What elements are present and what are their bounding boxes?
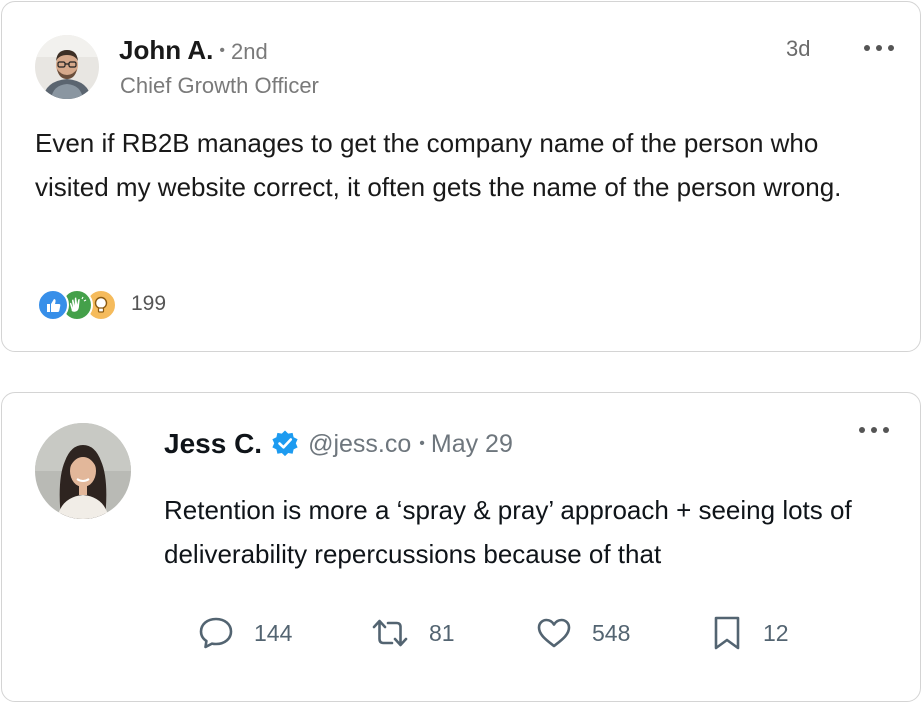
reactions-summary[interactable] <box>37 289 117 321</box>
retweet-count: 81 <box>429 619 455 646</box>
author-avatar[interactable] <box>35 423 131 519</box>
reply-button[interactable]: 144 <box>198 613 292 653</box>
author-title: Chief Growth Officer <box>120 73 319 98</box>
reply-icon <box>199 617 233 649</box>
tweet-card: Jess C. @jess.co • May 29 Retention is m… <box>1 392 921 702</box>
tweet-text: Retention is more a ‘spray & pray’ appro… <box>164 495 852 569</box>
bookmark-button[interactable]: 12 <box>711 613 789 653</box>
author-handle[interactable]: @jess.co <box>308 430 411 459</box>
connection-degree: • 2nd <box>219 39 268 64</box>
tweet-header: Jess C. @jess.co • May 29 <box>164 428 513 460</box>
author-name[interactable]: John A. <box>119 35 213 65</box>
post-time: 3d <box>786 36 811 61</box>
like-icon <box>37 289 69 321</box>
connection-degree-label: 2nd <box>230 39 268 64</box>
reply-count: 144 <box>254 619 293 646</box>
bookmark-icon <box>714 616 740 650</box>
author-name[interactable]: Jess C. <box>164 428 262 460</box>
author-avatar[interactable] <box>35 35 99 99</box>
linkedin-post-card: John A. • 2nd Chief Growth Officer 3d Even… <box>1 1 921 352</box>
post-text: Even if RB2B manages to get the company … <box>35 128 842 202</box>
bookmark-count: 12 <box>763 619 789 646</box>
tweet-date[interactable]: May 29 <box>431 430 513 459</box>
retweet-button[interactable]: 81 <box>371 613 455 653</box>
more-options-icon[interactable] <box>859 424 889 436</box>
like-count: 548 <box>592 619 631 646</box>
author-header: John A. • 2nd <box>119 35 268 66</box>
like-button[interactable]: 548 <box>536 613 630 653</box>
heart-icon <box>537 618 571 648</box>
separator-dot: • <box>419 435 425 452</box>
retweet-icon <box>372 619 408 647</box>
more-options-icon[interactable] <box>864 42 894 54</box>
verified-badge-icon <box>270 429 300 459</box>
reaction-count[interactable]: 199 <box>131 292 166 316</box>
